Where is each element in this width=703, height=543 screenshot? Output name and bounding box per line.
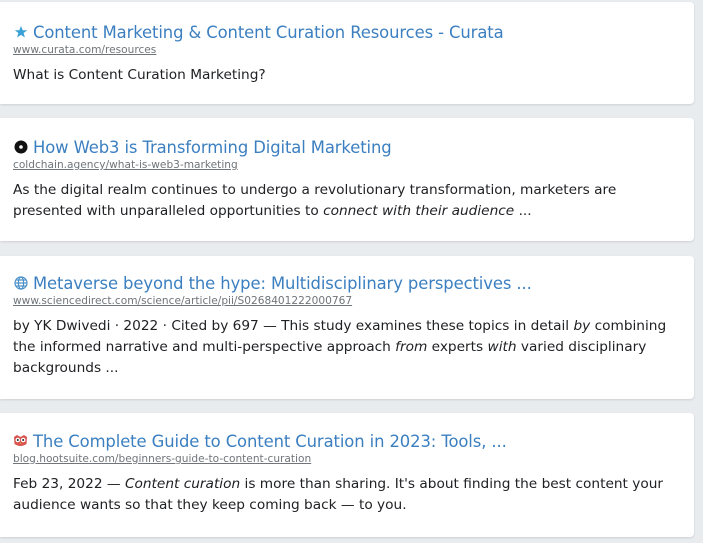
search-result-card: Metaverse beyond the hype: Multidiscipli… bbox=[0, 256, 694, 399]
search-results-list: Content Marketing & Content Curation Res… bbox=[0, 0, 703, 543]
result-snippet: Feb 23, 2022 — Content curation is more … bbox=[13, 474, 686, 516]
result-url-link[interactable]: blog.hootsuite.com/beginners-guide-to-co… bbox=[13, 453, 686, 465]
snippet-text: What is Content Curation Marketing? bbox=[13, 67, 266, 83]
search-result-card: The Complete Guide to Content Curation i… bbox=[0, 413, 694, 537]
result-snippet: As the digital realm continues to underg… bbox=[13, 180, 686, 222]
result-url-link[interactable]: www.curata.com/resources bbox=[13, 44, 686, 56]
snippet-text: by YK Dwivedi · 2022 · Cited by 697 — Th… bbox=[13, 318, 574, 334]
result-title-link[interactable]: How Web3 is Transforming Digital Marketi… bbox=[33, 138, 392, 157]
snippet-emphasis: with bbox=[487, 339, 517, 355]
search-result-card: How Web3 is Transforming Digital Marketi… bbox=[0, 118, 694, 241]
owl-favicon-icon bbox=[13, 434, 28, 449]
snippet-emphasis: Content curation bbox=[124, 476, 241, 492]
snippet-text: ... bbox=[514, 203, 532, 219]
star-favicon-icon bbox=[13, 25, 28, 40]
snippet-text: experts bbox=[427, 339, 488, 355]
result-url-link[interactable]: coldchain.agency/what-is-web3-marketing bbox=[13, 159, 686, 171]
snippet-text: Feb 23, 2022 — bbox=[13, 476, 125, 492]
globe-favicon-icon bbox=[13, 276, 28, 291]
result-title-link[interactable]: Content Marketing & Content Curation Res… bbox=[33, 23, 504, 42]
search-result-card: Content Marketing & Content Curation Res… bbox=[0, 2, 694, 104]
result-snippet: by YK Dwivedi · 2022 · Cited by 697 — Th… bbox=[13, 316, 686, 379]
result-title-link[interactable]: Metaverse beyond the hype: Multidiscipli… bbox=[33, 274, 532, 293]
result-snippet: What is Content Curation Marketing? bbox=[13, 65, 686, 86]
snippet-emphasis: by bbox=[573, 318, 591, 334]
snippet-emphasis: connect with their audience bbox=[323, 203, 515, 219]
result-url-link[interactable]: www.sciencedirect.com/science/article/pi… bbox=[13, 295, 686, 307]
snippet-emphasis: from bbox=[395, 339, 428, 355]
result-title-link[interactable]: The Complete Guide to Content Curation i… bbox=[33, 432, 507, 451]
coldchain-favicon-icon bbox=[13, 140, 28, 155]
